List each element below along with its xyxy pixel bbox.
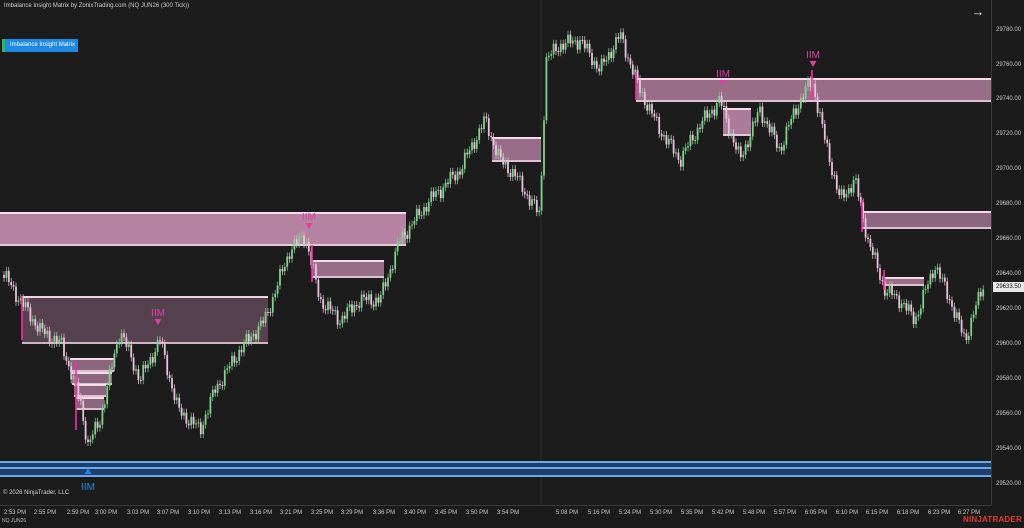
iim-label: IIM — [806, 50, 820, 61]
time-tick-label: 5:35 PM — [680, 510, 704, 516]
time-tick-label: 6:05 PM — [804, 510, 828, 516]
brand-logo: NINJATRADER — [963, 515, 1022, 524]
indicator-toggle-button[interactable]: Imbalance Insight Matrix — [2, 39, 78, 52]
time-tick-label: 6:18 PM — [896, 510, 920, 516]
iim-marker: IIM — [806, 50, 820, 67]
iim-label: IIM — [302, 212, 316, 223]
iim-marker: IIM — [81, 468, 95, 493]
iim-marker: IIM — [151, 308, 165, 325]
price-label: 29640.00 — [996, 271, 1022, 277]
time-tick-label: 2:55 PM — [33, 510, 57, 516]
time-tick-label: 3:45 PM — [434, 510, 458, 516]
time-tick-label: 5:42 PM — [711, 510, 735, 516]
iim-label: IIM — [716, 69, 730, 80]
arrow-right-icon[interactable]: → — [970, 4, 986, 20]
price-label: 29740.00 — [996, 96, 1022, 102]
price-label: 29620.00 — [996, 306, 1022, 312]
time-tick-label: 5:24 PM — [618, 510, 642, 516]
time-tick-label: 5:08 PM — [555, 510, 579, 516]
time-tick-label: 3:13 PM — [218, 510, 242, 516]
price-label: 29700.00 — [996, 166, 1022, 172]
copyright-text: © 2026 NinjaTrader, LLC — [3, 490, 70, 496]
price-label: 29720.00 — [996, 131, 1022, 137]
iim-markers: IIM IIM IIM IIM IIM — [81, 50, 820, 493]
price-label: 29600.00 — [996, 341, 1022, 347]
time-tick-label: 3:03 PM — [126, 510, 150, 516]
time-axis[interactable]: 2:53 PM 2:55 PM 2:59 PM 3:00 PM 3:03 PM 3:07 … — [0, 505, 991, 528]
price-label: 29680.00 — [996, 201, 1022, 207]
iim-label: IIM — [81, 482, 95, 493]
price-label: 29560.00 — [996, 411, 1022, 417]
time-tick-label: 6:10 PM — [835, 510, 859, 516]
time-tick-label: 3:40 PM — [403, 510, 427, 516]
iim-marker: IIM — [302, 212, 316, 229]
time-tick-label: 3:16 PM — [249, 510, 273, 516]
time-tick-label: 2:53 PM — [3, 510, 27, 516]
time-tick-label: 5:30 PM — [649, 510, 673, 516]
price-label: 29540.00 — [996, 446, 1022, 452]
time-tick-label: 3:10 PM — [187, 510, 211, 516]
time-tick-label: 5:48 PM — [742, 510, 766, 516]
price-label: 29780.00 — [996, 27, 1022, 33]
price-label: 29520.00 — [996, 481, 1022, 487]
time-tick-label: 2:59 PM — [66, 510, 90, 516]
time-tick-label: 3:07 PM — [156, 510, 180, 516]
price-label: 29660.00 — [996, 236, 1022, 242]
chart-title: Imbalance Insight Matrix by ZonixTrading… — [4, 3, 190, 9]
price-label: 29760.00 — [996, 62, 1022, 68]
time-tick-label: 3:00 PM — [94, 510, 118, 516]
iim-marker: IIM — [716, 69, 730, 86]
time-tick-label: 3:50 PM — [465, 510, 489, 516]
time-tick-label: 3:54 PM — [496, 510, 520, 516]
iim-label: IIM — [151, 308, 165, 319]
price-label: 29580.00 — [996, 376, 1022, 382]
price-axis[interactable]: 29780.00 29760.00 29740.00 29720.00 2970… — [991, 0, 1024, 505]
time-tick-label: 3:36 PM — [372, 510, 396, 516]
time-tick-label: 5:16 PM — [587, 510, 611, 516]
time-tick-label: 3:25 PM — [310, 510, 334, 516]
time-tick-label: 3:21 PM — [279, 510, 303, 516]
time-tick-label: 5:57 PM — [773, 510, 797, 516]
time-tick-label: 3:29 PM — [340, 510, 364, 516]
chart-panel[interactable]: IIM IIM IIM IIM IIM Imbalance Insight Matrix… — [0, 0, 991, 505]
time-tick-label: 6:15 PM — [865, 510, 889, 516]
instrument-label: NQ JUN26 — [2, 518, 27, 524]
current-price-badge: 29633.50 — [993, 282, 1024, 292]
time-tick-label: 6:23 PM — [927, 510, 951, 516]
